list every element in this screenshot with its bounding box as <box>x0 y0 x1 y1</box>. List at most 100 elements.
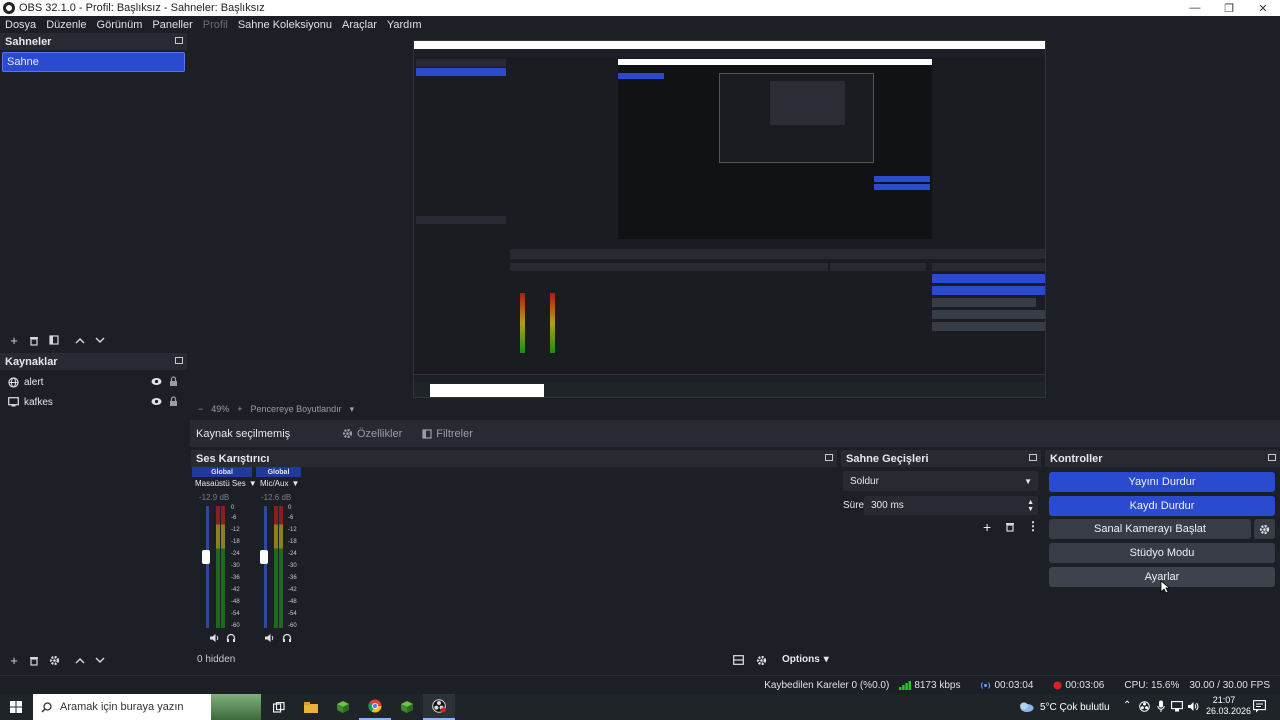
scale-tick-label: -36 <box>231 575 240 581</box>
move-down-icon[interactable] <box>92 332 108 348</box>
menu-profil: Profil <box>202 18 228 31</box>
lock-icon[interactable] <box>169 396 178 407</box>
menu-paneller[interactable]: Paneller <box>147 19 197 31</box>
minimize-button[interactable]: — <box>1178 2 1212 15</box>
meter-scale: 0 -6 -12 -18 -24 -30 -36 -42 -48 -54 -60 <box>231 505 245 633</box>
taskbar-search-box[interactable]: Aramak için buraya yazın <box>33 694 261 720</box>
scale-tick-label: -42 <box>288 587 297 593</box>
menu-sahne-koleksiyonu[interactable]: Sahne Koleksiyonu <box>233 19 337 31</box>
zoom-fit-label[interactable]: Pencereye Boyutlandır <box>251 404 342 414</box>
preview-nested-canvas-title <box>618 59 932 65</box>
menu-duzenle[interactable]: Düzenle <box>41 19 91 31</box>
stop-streaming-button[interactable]: Yayını Durdur <box>1049 472 1275 492</box>
minecraft-launcher-icon[interactable] <box>327 694 359 720</box>
scene-item-sahne[interactable]: Sahne <box>2 52 185 72</box>
spinbox-arrows-icon[interactable]: ▲ ▼ <box>1027 499 1034 513</box>
menu-dosya[interactable]: Dosya <box>0 19 41 31</box>
speaker-icon[interactable] <box>264 633 275 643</box>
virtual-camera-settings-button[interactable] <box>1254 519 1275 539</box>
program-preview[interactable] <box>413 40 1046 398</box>
obs-tray-icon[interactable] <box>1139 701 1150 712</box>
headphones-icon[interactable] <box>226 633 236 643</box>
add-scene-icon[interactable]: + <box>6 332 22 348</box>
filters-button[interactable]: Filtreler <box>416 423 479 444</box>
source-item-kafkes[interactable]: kafkes <box>0 392 187 412</box>
transition-menu-kebab-icon[interactable]: ⋮ <box>1027 519 1039 533</box>
stop-recording-button[interactable]: Kaydı Durdur <box>1049 496 1275 516</box>
zoom-out-button[interactable]: − <box>198 404 203 414</box>
float-dock-icon[interactable] <box>175 357 183 364</box>
taskbar-clock[interactable]: 21:07 26.03.2026 <box>1206 695 1251 717</box>
channel-name-mic-aux[interactable]: Mic/Aux ▼ <box>260 479 299 488</box>
headphones-icon[interactable] <box>282 633 292 643</box>
start-virtual-camera-button[interactable]: Sanal Kamerayı Başlat <box>1049 519 1251 539</box>
tray-overflow-chevron-icon[interactable]: ⌃ <box>1123 700 1131 711</box>
volume-slider-handle[interactable] <box>260 550 268 564</box>
chevron-down-icon: ▼ <box>1024 476 1032 486</box>
weather-text[interactable]: 5°C Çok bulutlu <box>1040 702 1110 713</box>
studio-mode-button[interactable]: Stüdyo Modu <box>1049 543 1275 563</box>
window-title: OBS 32.1.0 - Profil: Başlıksız - Sahnele… <box>19 2 265 14</box>
menu-gorunum[interactable]: Görünüm <box>92 19 148 31</box>
speaker-icon[interactable] <box>209 633 220 643</box>
source-label: alert <box>24 376 44 388</box>
channel-global-badge: Global <box>192 467 252 477</box>
remove-transition-icon[interactable] <box>1005 521 1015 532</box>
file-explorer-icon[interactable] <box>295 694 327 720</box>
mixer-left-toolbar <box>0 650 187 670</box>
add-transition-icon[interactable]: + <box>983 519 991 535</box>
volume-slider-track[interactable] <box>206 506 209 628</box>
visibility-eye-icon[interactable] <box>151 397 162 406</box>
channel-db-readout: -12.6 dB <box>261 493 292 502</box>
fps-readout: 30.00 / 30.00 FPS <box>1189 679 1270 691</box>
preview-nested-meter1 <box>520 293 525 353</box>
advanced-audio-gear-icon[interactable] <box>756 655 767 666</box>
task-view-icon[interactable] <box>263 694 295 720</box>
close-button[interactable]: ✕ <box>1246 2 1280 15</box>
volume-slider-track[interactable] <box>264 506 267 628</box>
globe-icon <box>8 376 19 388</box>
menu-araclar[interactable]: Araçlar <box>337 19 382 31</box>
volume-icon[interactable] <box>1187 701 1199 712</box>
preview-nested-statusbar <box>414 374 1045 382</box>
bitrate-indicator: 8173 kbps <box>899 680 970 691</box>
remove-scene-icon[interactable] <box>26 332 42 348</box>
scale-tick-label: -42 <box>231 587 240 593</box>
minecraft-app-icon[interactable] <box>391 694 423 720</box>
scene-filters-icon[interactable] <box>46 332 62 348</box>
preview-nested-titlebar <box>414 41 1045 49</box>
visibility-eye-icon[interactable] <box>151 377 162 386</box>
properties-button[interactable]: Özellikler <box>336 423 408 444</box>
stream-time-value: 00:03:04 <box>994 679 1034 691</box>
transition-type-select[interactable]: Soldur ▼ <box>843 471 1038 491</box>
preview-nested-vcam-btn <box>932 298 1036 307</box>
controls-dock-title: Kontroller <box>1045 450 1280 467</box>
float-dock-icon[interactable] <box>175 37 183 44</box>
menu-yardim[interactable]: Yardım <box>382 19 427 31</box>
float-dock-icon[interactable] <box>1268 454 1276 461</box>
source-item-alert[interactable]: alert <box>0 372 187 392</box>
channel-menu-chevron-icon: ▼ <box>291 479 300 488</box>
duration-spinbox[interactable]: 300 ms ▲ ▼ <box>864 496 1038 515</box>
mixer-layout-icon[interactable] <box>733 655 744 665</box>
zoom-dropdown-icon[interactable]: ▾ <box>350 404 355 415</box>
preview-nested-menubar <box>414 49 1045 57</box>
move-up-icon[interactable] <box>72 332 88 348</box>
weather-cloud-icon[interactable] <box>1018 701 1034 713</box>
mixer-options-button[interactable]: Options ▾ <box>782 654 829 665</box>
signal-bars-icon <box>899 680 912 690</box>
notification-center-icon[interactable] <box>1253 700 1266 713</box>
microphone-icon[interactable] <box>1157 700 1165 713</box>
float-dock-icon[interactable] <box>1029 454 1037 461</box>
float-dock-icon[interactable] <box>825 454 833 461</box>
network-icon[interactable] <box>1171 701 1183 712</box>
volume-slider-handle[interactable] <box>202 550 210 564</box>
obs-studio-taskbar-icon[interactable] <box>423 694 455 720</box>
maximize-button[interactable]: ❐ <box>1212 2 1246 15</box>
lock-icon[interactable] <box>169 376 178 387</box>
chrome-browser-icon[interactable] <box>359 694 391 720</box>
zoom-in-button[interactable]: + <box>237 404 242 414</box>
channel-name-desktop-audio[interactable]: Masaüstü Ses ▼ <box>195 479 257 488</box>
monitor-icon <box>8 397 19 407</box>
windows-start-icon[interactable] <box>10 701 22 713</box>
